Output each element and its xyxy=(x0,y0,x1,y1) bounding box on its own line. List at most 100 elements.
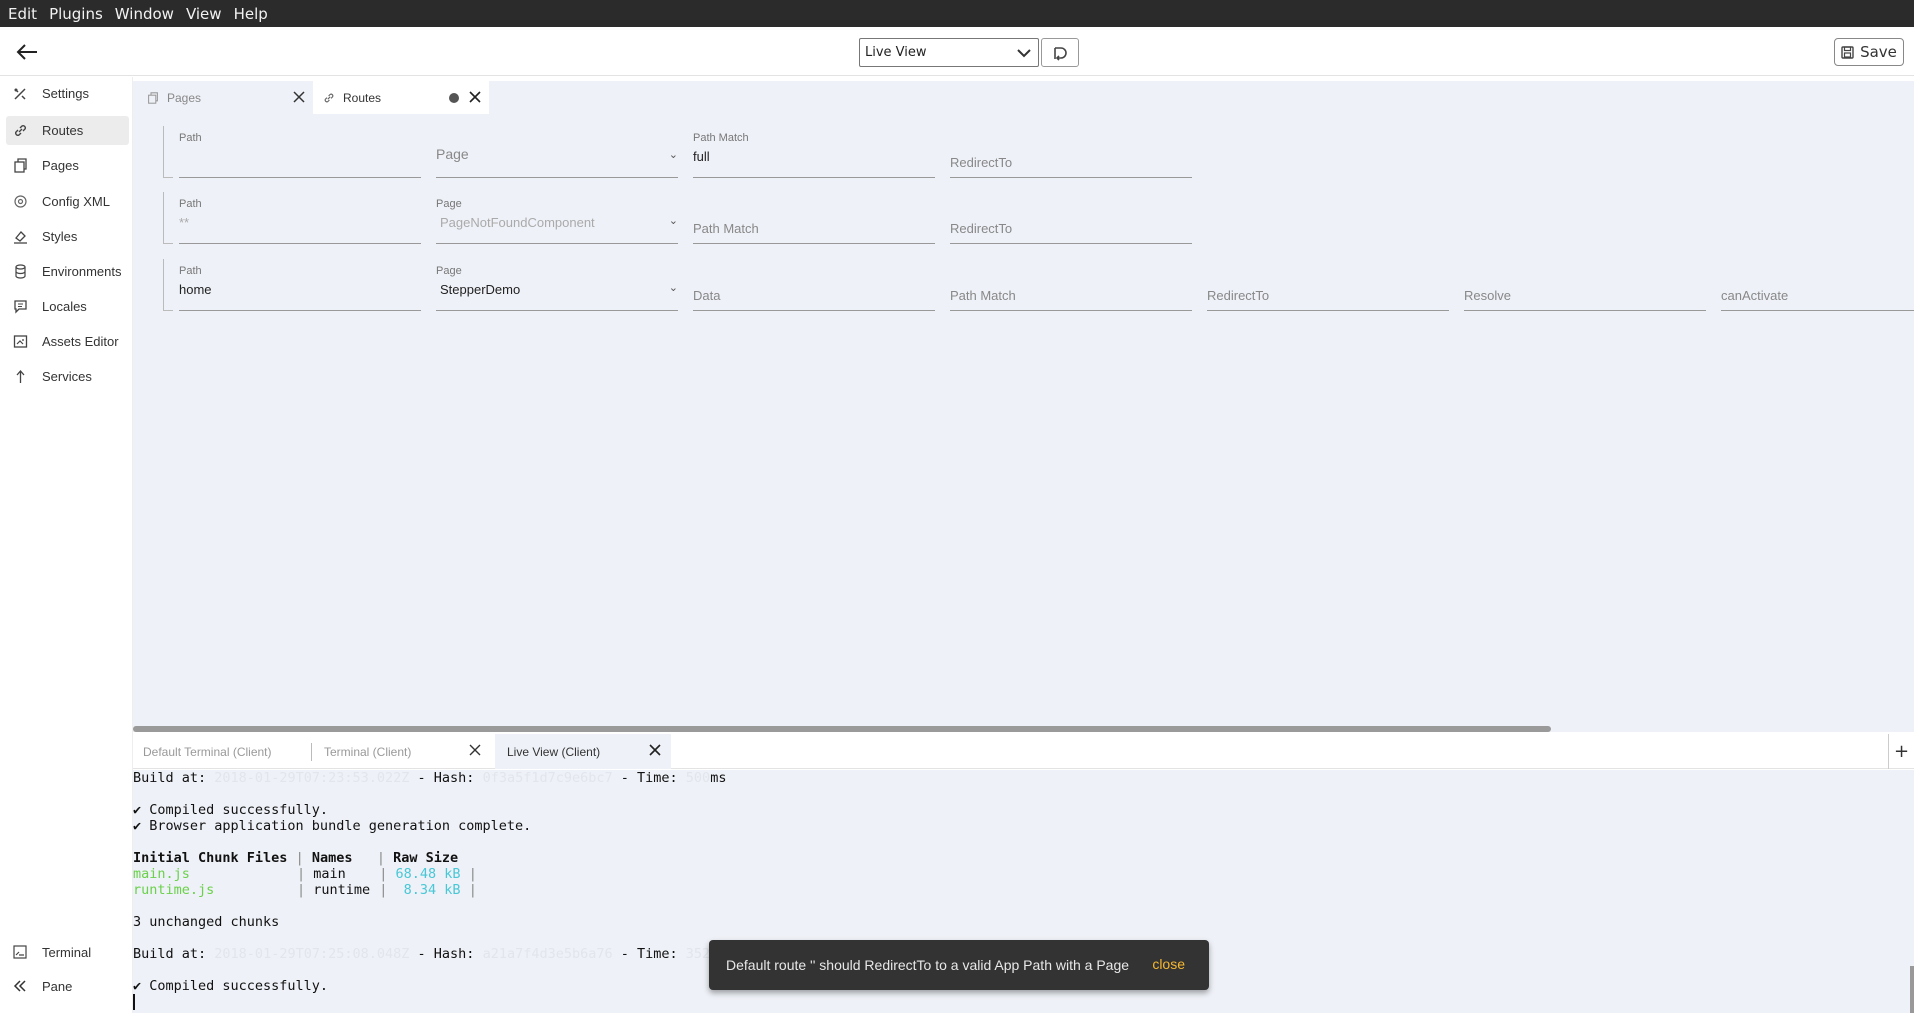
editor-tabs: Pages Routes xyxy=(133,81,1914,114)
terminal-cursor xyxy=(133,994,135,1010)
path-field[interactable]: Path ** xyxy=(179,192,421,244)
terminal-line: 3 unchanged chunks xyxy=(133,914,280,930)
data-field[interactable]: Data xyxy=(693,259,935,311)
sidebar-item-label: Services xyxy=(42,369,92,384)
field-placeholder: RedirectTo xyxy=(950,155,1013,170)
terminal-scrollbar[interactable] xyxy=(1910,966,1914,1013)
sidebar-item-label: Environments xyxy=(42,264,122,279)
path-match-field[interactable]: Path Match xyxy=(950,259,1192,311)
pages-icon xyxy=(147,91,159,104)
field-label: Path Match xyxy=(693,132,749,144)
chevron-down-icon: ⌄ xyxy=(668,149,678,161)
tab-label: Default Terminal (Client) xyxy=(143,744,272,759)
view-mode-value: Live View xyxy=(865,45,927,60)
terminal-label: Terminal xyxy=(42,944,92,960)
path-field[interactable]: Path xyxy=(179,126,421,178)
sidebar-item-label: Routes xyxy=(42,123,84,138)
path-match-field[interactable]: Path Match xyxy=(693,192,935,244)
field-value: StepperDemo xyxy=(440,282,521,297)
sidebar-item-environments[interactable]: Environments xyxy=(6,257,129,286)
redirect-to-field[interactable]: RedirectTo xyxy=(1207,259,1449,311)
link-icon xyxy=(12,123,28,139)
resolve-field[interactable]: Resolve xyxy=(1464,259,1706,311)
snackbar-message: Default route '' should RedirectTo to a … xyxy=(726,957,1130,973)
tab-default-terminal[interactable]: Default Terminal (Client) xyxy=(133,734,311,769)
page-select[interactable]: Page StepperDemo ⌄ xyxy=(436,259,678,311)
settings-icon xyxy=(12,86,28,102)
field-value: home xyxy=(179,282,212,297)
redirect-to-field[interactable]: RedirectTo xyxy=(950,192,1192,244)
terminal-tabs: Default Terminal (Client) Terminal (Clie… xyxy=(133,734,1914,769)
view-mode-select[interactable]: Live View xyxy=(859,38,1039,67)
sidebar-item-config-xml[interactable]: Config XML xyxy=(6,187,129,216)
tree-connector xyxy=(163,192,173,244)
chunk-table-header: Initial Chunk Files | Names | Raw Size xyxy=(133,850,459,866)
plus-icon: + xyxy=(1893,741,1910,762)
menu-view[interactable]: View xyxy=(182,5,226,23)
menu-window[interactable]: Window xyxy=(111,5,178,23)
back-button[interactable] xyxy=(14,40,40,64)
refresh-icon xyxy=(1054,46,1067,61)
close-icon[interactable] xyxy=(469,744,481,759)
terminal-line: ✔ Compiled successfully. xyxy=(133,978,328,994)
sidebar-item-styles[interactable]: Styles xyxy=(6,222,129,251)
sidebar-item-assets-editor[interactable]: Assets Editor xyxy=(6,327,129,356)
image-icon xyxy=(12,334,28,350)
tab-label: Terminal (Client) xyxy=(324,745,412,759)
chevron-down-icon: ⌄ xyxy=(668,215,678,227)
database-icon xyxy=(12,264,28,280)
field-placeholder: canActivate xyxy=(1721,288,1789,303)
sidebar-item-settings[interactable]: Settings xyxy=(6,79,129,108)
terminal-toggle[interactable]: Terminal xyxy=(6,939,91,965)
can-activate-field[interactable]: canActivate xyxy=(1721,259,1914,311)
field-placeholder: Path Match xyxy=(693,221,759,236)
chunk-row: runtime.js | runtime | 8.34 kB | xyxy=(133,882,477,898)
field-placeholder: Data xyxy=(693,288,721,303)
pane-toggle[interactable]: Pane xyxy=(6,973,72,999)
tab-live-view-client[interactable]: Live View (Client) xyxy=(495,734,671,769)
path-field[interactable]: Path home xyxy=(179,259,421,311)
terminal-line: Build at: 2018-01-29T07:25:08.048Z - Has… xyxy=(133,946,711,962)
tab-label: Routes xyxy=(343,90,382,105)
terminal-line: ✔ Browser application bundle generation … xyxy=(133,818,531,834)
pane-label: Pane xyxy=(42,978,73,994)
path-match-field[interactable]: Path Match full xyxy=(693,126,935,178)
field-label: Page xyxy=(436,198,462,210)
sidebar-item-routes[interactable]: Routes xyxy=(6,116,129,145)
add-terminal-button[interactable]: + xyxy=(1888,734,1914,769)
scrollbar-thumb[interactable] xyxy=(133,726,1551,732)
menu-plugins[interactable]: Plugins xyxy=(45,5,107,23)
refresh-button[interactable] xyxy=(1041,38,1079,67)
tab-pages[interactable]: Pages xyxy=(137,81,313,114)
terminal-line: Build at: 2018-01-29T07:23:53.022Z - Has… xyxy=(133,770,727,786)
sidebar-item-pages[interactable]: Pages xyxy=(6,151,129,180)
menu-help[interactable]: Help xyxy=(230,5,272,23)
field-label: Path xyxy=(179,265,202,277)
sidebar-item-label: Locales xyxy=(42,299,87,314)
save-button[interactable]: Save xyxy=(1834,38,1904,66)
sidebar-item-locales[interactable]: Locales xyxy=(6,292,129,321)
compiled-text: ✔ Compiled successfully. xyxy=(133,978,329,994)
route-row: Path Page ⌄ Path Match full RedirectTo xyxy=(163,126,1279,178)
page-select[interactable]: Page PageNotFoundComponent ⌄ xyxy=(436,192,678,244)
field-placeholder: Resolve xyxy=(1464,288,1511,303)
redirect-to-field[interactable]: RedirectTo xyxy=(950,126,1192,178)
chevron-down-icon xyxy=(1017,49,1031,58)
horizontal-scrollbar[interactable] xyxy=(133,726,1914,732)
services-icon xyxy=(12,369,28,385)
tab-terminal-client[interactable]: Terminal (Client) xyxy=(311,743,491,761)
sidebar-item-label: Config XML xyxy=(42,194,110,209)
chat-icon xyxy=(12,299,28,315)
config-icon xyxy=(12,194,28,210)
tab-routes[interactable]: Routes xyxy=(313,81,489,114)
menu-edit[interactable]: Edit xyxy=(4,5,41,23)
sidebar-item-services[interactable]: Services xyxy=(6,362,129,391)
page-select[interactable]: Page ⌄ xyxy=(436,126,678,178)
close-icon[interactable] xyxy=(469,91,481,106)
snackbar-close-button[interactable]: close xyxy=(1152,956,1185,972)
unsaved-dot-icon xyxy=(449,93,459,103)
close-icon[interactable] xyxy=(649,744,661,759)
close-icon[interactable] xyxy=(293,91,305,106)
field-placeholder: RedirectTo xyxy=(950,221,1013,236)
field-placeholder: Path Match xyxy=(950,288,1016,303)
